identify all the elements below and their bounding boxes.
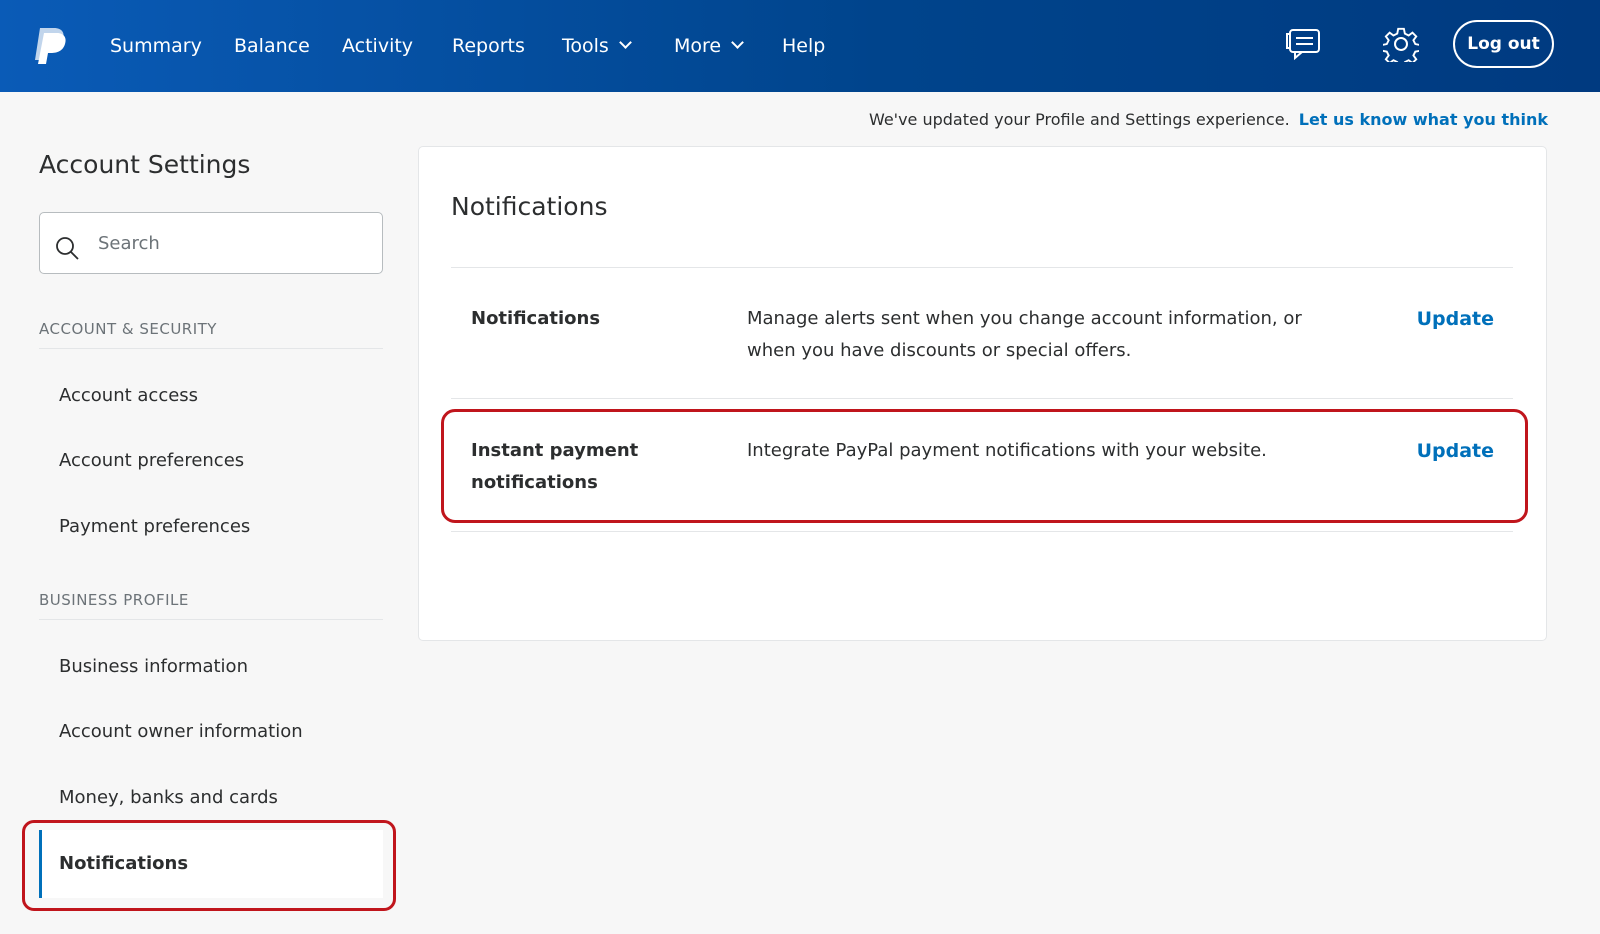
divider (451, 267, 1513, 268)
search-box[interactable] (39, 212, 383, 274)
paypal-logo[interactable] (32, 26, 68, 66)
divider (39, 619, 383, 620)
logout-button[interactable]: Log out (1453, 20, 1554, 68)
nav-tools[interactable]: Tools (562, 33, 632, 59)
sidebar-item-account-owner-information[interactable]: Account owner information (59, 721, 303, 742)
update-banner: We've updated your Profile and Settings … (869, 108, 1548, 132)
sidebar-item-business-information[interactable]: Business information (59, 656, 248, 677)
top-navigation: Summary Balance Activity Reports Tools M… (0, 0, 1600, 92)
search-icon (56, 237, 79, 260)
chevron-down-icon (731, 36, 744, 49)
nav-help[interactable]: Help (782, 33, 825, 59)
row-description-notifications: Manage alerts sent when you change accou… (747, 308, 1302, 361)
row-label-notifications: Notifications (471, 308, 601, 329)
section-heading-account-security: ACCOUNT & SECURITY (39, 320, 217, 338)
highlight-annotation (22, 820, 396, 911)
nav-activity[interactable]: Activity (342, 33, 413, 59)
chevron-down-icon (618, 36, 632, 49)
nav-more[interactable]: More (674, 33, 744, 59)
sidebar-item-account-preferences[interactable]: Account preferences (59, 450, 244, 471)
search-input[interactable] (98, 227, 368, 259)
feedback-link[interactable]: Let us know what you think (1299, 110, 1548, 129)
nav-balance[interactable]: Balance (234, 33, 310, 59)
page-title: Notifications (451, 192, 608, 221)
sidebar-title: Account Settings (39, 150, 251, 179)
highlight-annotation (441, 409, 1528, 523)
gear-icon[interactable] (1383, 26, 1419, 62)
divider (451, 531, 1513, 532)
sidebar-item-money-banks-cards[interactable]: Money, banks and cards (59, 787, 278, 808)
update-banner-text: We've updated your Profile and Settings … (868, 110, 1290, 129)
divider (39, 348, 383, 349)
nav-more-label: More (674, 35, 722, 57)
section-heading-business-profile: BUSINESS PROFILE (39, 591, 189, 609)
divider (451, 398, 1513, 399)
nav-tools-label: Tools (562, 35, 609, 57)
update-notifications-link[interactable]: Update (1417, 303, 1494, 335)
message-center-icon[interactable] (1286, 28, 1322, 60)
nav-reports[interactable]: Reports (452, 33, 525, 59)
nav-summary[interactable]: Summary (110, 33, 202, 59)
sidebar-item-account-access[interactable]: Account access (59, 385, 198, 406)
sidebar-item-payment-preferences[interactable]: Payment preferences (59, 516, 250, 537)
